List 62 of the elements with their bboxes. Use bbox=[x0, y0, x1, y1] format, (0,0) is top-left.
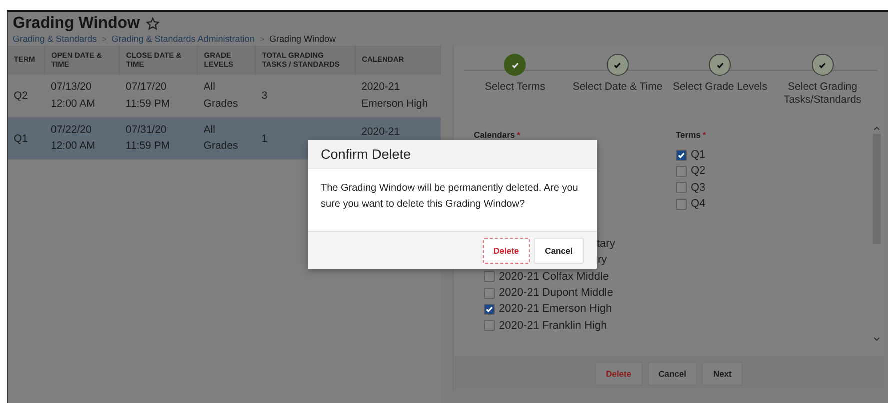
checkbox[interactable] bbox=[676, 166, 687, 177]
delete-button[interactable]: Delete bbox=[595, 362, 643, 386]
delete-button[interactable]: Delete bbox=[482, 238, 530, 264]
step-label: Select Terms bbox=[485, 81, 546, 94]
checkbox-label: tary bbox=[597, 238, 616, 250]
table-cell-text: 07/13/20 12:00 AM bbox=[50, 80, 96, 112]
check-icon bbox=[510, 60, 520, 70]
step-circle[interactable] bbox=[812, 54, 834, 76]
dialog-message: The Grading Window will be permanently deleted. Are you sure you want to delete this Grading Window? bbox=[320, 182, 580, 212]
checkbox-label: 2020-21 Franklin High bbox=[499, 320, 608, 332]
step-circle[interactable] bbox=[606, 54, 629, 76]
breadcrumb-link[interactable]: Grading & Standards bbox=[13, 34, 98, 44]
checkbox-label: Q1 bbox=[691, 149, 706, 162]
breadcrumb-link[interactable]: Grading & Standards Administration bbox=[112, 34, 255, 44]
step-label: Select Grading Tasks/Standards bbox=[782, 81, 863, 108]
action-button[interactable]: Cancel bbox=[648, 362, 698, 386]
table-cell-text: 3 bbox=[262, 89, 268, 104]
checkbox-label: 2020-21 Colfax Middle bbox=[499, 270, 610, 283]
table-cell-text: All Grades bbox=[204, 80, 238, 112]
page-title: Grading Window bbox=[13, 15, 140, 33]
field-label: Calendars * bbox=[474, 130, 522, 140]
checkbox[interactable] bbox=[484, 304, 495, 315]
table-cell-text: 2020-21 Emerson High bbox=[362, 80, 428, 112]
table-cell-text: 1 bbox=[262, 132, 268, 147]
checkbox[interactable] bbox=[484, 320, 495, 332]
step-circle[interactable] bbox=[504, 54, 526, 76]
cancel-button[interactable]: Cancel bbox=[534, 238, 584, 264]
check-icon bbox=[613, 60, 622, 70]
checkbox[interactable] bbox=[676, 150, 687, 161]
table-cell-text: 07/22/20 12:00 AM bbox=[50, 122, 96, 154]
checkbox[interactable] bbox=[676, 198, 687, 210]
dialog-title: Confirm Delete bbox=[321, 146, 412, 162]
checkbox-label: 2020-21 Emerson High bbox=[499, 303, 612, 316]
check-icon bbox=[485, 304, 494, 314]
checkbox-label: ry bbox=[598, 254, 608, 266]
star-icon[interactable] bbox=[146, 17, 160, 31]
checkbox[interactable] bbox=[484, 288, 495, 299]
checkbox-label: Q3 bbox=[691, 182, 706, 194]
checkbox-label: 2020-21 Dupont Middle bbox=[499, 287, 614, 300]
breadcrumb-separator: > bbox=[260, 34, 264, 44]
field-label: Terms * bbox=[676, 130, 708, 140]
step-circle[interactable] bbox=[709, 54, 732, 76]
table-cell-text: All Grades bbox=[204, 122, 238, 154]
checkbox[interactable] bbox=[676, 182, 687, 194]
check-icon bbox=[818, 60, 828, 70]
action-button[interactable]: Next bbox=[702, 362, 743, 386]
table-row[interactable]: Q2 07/13/20 12:00 AM 07/17/20 11:59 PM All Grades 3 2020-21 Emerson High bbox=[8, 75, 440, 117]
table-cell-text: 07/31/20 11:59 PM bbox=[126, 122, 170, 154]
step-label: Select Date & Time bbox=[572, 81, 663, 94]
table-cell-text: Q1 bbox=[14, 132, 28, 147]
check-icon bbox=[677, 150, 686, 160]
checkbox-label: Q4 bbox=[691, 198, 706, 210]
checkbox-label: Q2 bbox=[691, 165, 706, 178]
checkbox[interactable] bbox=[484, 271, 495, 282]
scrollbar[interactable] bbox=[872, 124, 882, 344]
table-cell-text: 2020-21 bbox=[362, 124, 400, 140]
check-icon bbox=[716, 60, 725, 70]
breadcrumb-separator: > bbox=[102, 34, 107, 44]
breadcrumb-link[interactable]: Grading Window bbox=[269, 34, 336, 44]
table-cell-text: Q2 bbox=[14, 89, 28, 104]
table-cell-text: 07/17/20 11:59 PM bbox=[126, 80, 170, 112]
step-label: Select Grade Levels bbox=[672, 81, 768, 94]
